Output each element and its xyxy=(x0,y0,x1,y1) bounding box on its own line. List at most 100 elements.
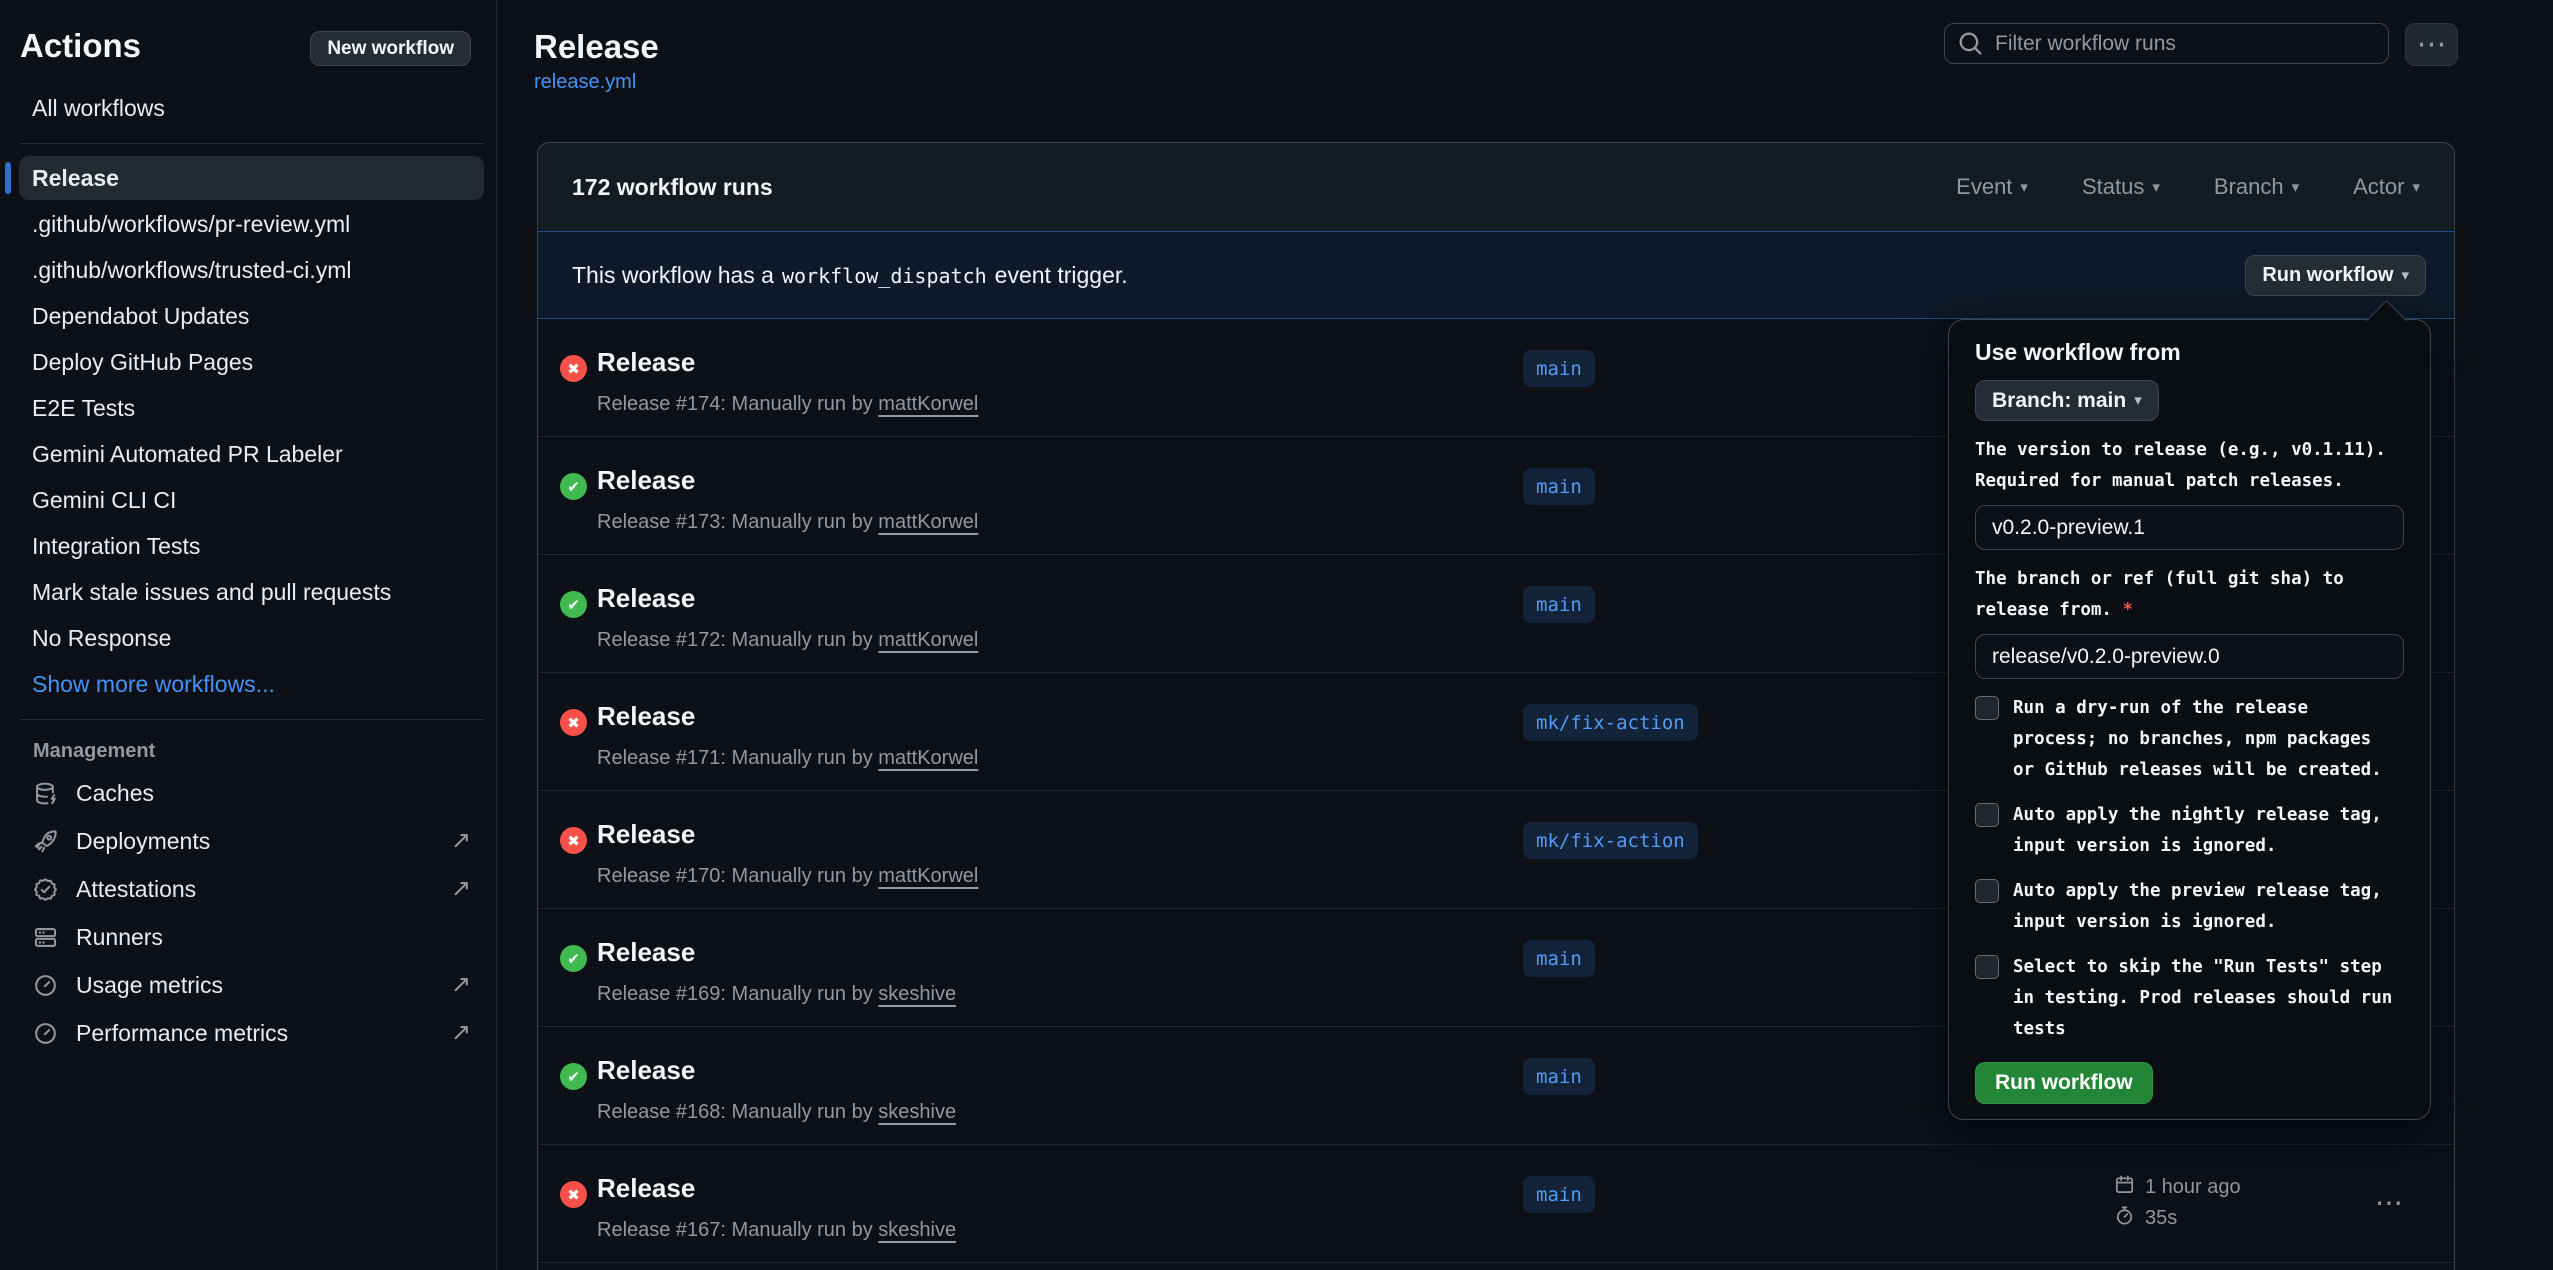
sidebar-item-show-more-workflows[interactable]: Show more workflows... xyxy=(19,662,484,706)
sidebar-item-gemini-cli-ci[interactable]: Gemini CLI CI xyxy=(19,478,484,522)
checkbox-label[interactable]: Run a dry-run of the release process; no… xyxy=(2013,693,2397,786)
new-workflow-button[interactable]: New workflow xyxy=(310,31,471,66)
sidebar-item-label: Deployments xyxy=(76,828,210,855)
external-link-icon: ↗ xyxy=(451,829,471,853)
sidebar-item-gemini-automated-pr-labeler[interactable]: Gemini Automated PR Labeler xyxy=(19,432,484,476)
sidebar-item-performance-metrics[interactable]: Performance metrics ↗ xyxy=(19,1009,484,1057)
panel-heading: Use workflow from xyxy=(1975,336,2404,368)
sidebar-item-no-response[interactable]: No Response xyxy=(19,616,484,660)
actor-link[interactable]: mattKorwel xyxy=(878,629,978,651)
banner-text-suffix: event trigger. xyxy=(995,262,1128,288)
success-check-icon: ✔ xyxy=(560,945,587,972)
failure-x-icon: ✖ xyxy=(560,827,587,854)
run-description: Release #170: Manually run by mattKorwel xyxy=(597,865,978,888)
run-title[interactable]: Release xyxy=(597,1055,695,1086)
filter-label: Status xyxy=(2082,174,2144,200)
success-check-icon: ✔ xyxy=(560,1063,587,1090)
calendar-icon xyxy=(2113,1173,2136,1202)
sidebar-item-integration-tests[interactable]: Integration Tests xyxy=(19,524,484,568)
sidebar-item-caches[interactable]: Caches xyxy=(19,769,484,817)
sidebar-item-mark-stale-issues-and-pull-requests[interactable]: Mark stale issues and pull requests xyxy=(19,570,484,614)
run-description-text: Release #174: Manually run by xyxy=(597,393,873,415)
checkbox-label[interactable]: Auto apply the nightly release tag, inpu… xyxy=(2013,800,2397,862)
run-workflow-dropdown-button[interactable]: Run workflow ▾ xyxy=(2245,255,2426,296)
branch-badge[interactable]: main xyxy=(1523,350,1595,387)
run-description-text: Release #171: Manually run by xyxy=(597,747,873,769)
branch-badge[interactable]: mk/fix-action xyxy=(1523,704,1698,741)
sidebar-item-deployments[interactable]: Deployments ↗ xyxy=(19,817,484,865)
run-workflow-submit-button[interactable]: Run workflow xyxy=(1975,1062,2153,1104)
run-duration-line: 35s xyxy=(2113,1203,2241,1234)
run-description: Release #171: Manually run by mattKorwel xyxy=(597,747,978,770)
branch-badge[interactable]: main xyxy=(1523,1058,1595,1095)
sidebar-item-e2e-tests[interactable]: E2E Tests xyxy=(19,386,484,430)
meter-icon xyxy=(32,1020,59,1047)
checkbox[interactable] xyxy=(1975,696,1999,720)
actor-link[interactable]: skeshive xyxy=(878,983,956,1005)
workflow-run-row[interactable]: ✖ Release Release #167: Manually run by … xyxy=(538,1145,2454,1263)
chevron-down-icon: ▾ xyxy=(2134,393,2142,408)
actor-link[interactable]: skeshive xyxy=(878,1101,956,1123)
failure-x-icon: ✖ xyxy=(560,355,587,382)
meter-icon xyxy=(32,972,59,999)
run-title[interactable]: Release xyxy=(597,937,695,968)
checkbox[interactable] xyxy=(1975,955,1999,979)
panel-checkbox-row: Run a dry-run of the release process; no… xyxy=(1975,693,2404,786)
panel-checkbox-row: Select to skip the "Run Tests" step in t… xyxy=(1975,952,2404,1045)
sidebar-item-deploy-github-pages[interactable]: Deploy GitHub Pages xyxy=(19,340,484,384)
filter-label: Actor xyxy=(2353,174,2404,200)
sidebar-item-release[interactable]: Release xyxy=(19,156,484,200)
filter-label: Event xyxy=(1956,174,2012,200)
actor-link[interactable]: mattKorwel xyxy=(878,747,978,769)
sidebar-item-attestations[interactable]: Attestations ↗ xyxy=(19,865,484,913)
management-section-label: Management xyxy=(33,740,496,763)
external-link-icon: ↗ xyxy=(451,877,471,901)
sidebar-item-dependabot-updates[interactable]: Dependabot Updates xyxy=(19,294,484,338)
run-duration: 35s xyxy=(2145,1207,2177,1230)
stopwatch-icon xyxy=(2113,1204,2136,1233)
workflow-file-link[interactable]: release.yml xyxy=(534,71,636,94)
sidebar-item-usage-metrics[interactable]: Usage metrics ↗ xyxy=(19,961,484,1009)
run-title[interactable]: Release xyxy=(597,819,695,850)
sidebar-item-github-workflows-trusted-ci-yml[interactable]: .github/workflows/trusted-ci.yml xyxy=(19,248,484,292)
run-description-text: Release #172: Manually run by xyxy=(597,629,873,651)
run-title[interactable]: Release xyxy=(597,583,695,614)
sidebar-item-all-workflows[interactable]: All workflows xyxy=(19,86,484,130)
branch-badge[interactable]: main xyxy=(1523,940,1595,977)
branch-badge[interactable]: main xyxy=(1523,1176,1595,1213)
runs-list-header: 172 workflow runs Event ▾ Status ▾ Branc… xyxy=(538,143,2454,231)
filter-event[interactable]: Event ▾ xyxy=(1956,174,2028,200)
ref-input[interactable] xyxy=(1975,634,2404,679)
more-options-button[interactable]: ⋯ xyxy=(2405,23,2458,66)
actor-link[interactable]: skeshive xyxy=(878,1219,956,1241)
filter-branch[interactable]: Branch ▾ xyxy=(2214,174,2299,200)
run-title[interactable]: Release xyxy=(597,1173,695,1204)
checkbox-label[interactable]: Auto apply the preview release tag, inpu… xyxy=(2013,876,2397,938)
branch-selector-button[interactable]: Branch: main ▾ xyxy=(1975,380,2159,421)
version-input[interactable] xyxy=(1975,505,2404,550)
actor-link[interactable]: mattKorwel xyxy=(878,393,978,415)
run-time: 1 hour ago xyxy=(2145,1176,2241,1199)
search-input[interactable] xyxy=(1993,23,2388,64)
run-title[interactable]: Release xyxy=(597,465,695,496)
actor-link[interactable]: mattKorwel xyxy=(878,865,978,887)
checkbox-label[interactable]: Select to skip the "Run Tests" step in t… xyxy=(2013,952,2397,1045)
filter-actor[interactable]: Actor ▾ xyxy=(2353,174,2420,200)
workflow-dispatch-banner: This workflow has aworkflow_dispatcheven… xyxy=(538,231,2454,319)
branch-badge[interactable]: main xyxy=(1523,468,1595,505)
run-title[interactable]: Release xyxy=(597,701,695,732)
ref-description-text: The branch or ref (full git sha) to rele… xyxy=(1975,569,2344,620)
actions-page: Actions New workflow All workflows Relea… xyxy=(0,0,2553,1270)
row-options-button[interactable]: ⋯ xyxy=(2366,1185,2412,1221)
checkbox[interactable] xyxy=(1975,879,1999,903)
run-description: Release #174: Manually run by mattKorwel xyxy=(597,393,978,416)
actor-link[interactable]: mattKorwel xyxy=(878,511,978,533)
checkbox[interactable] xyxy=(1975,803,1999,827)
filter-status[interactable]: Status ▾ xyxy=(2082,174,2160,200)
sidebar-item-runners[interactable]: Runners xyxy=(19,913,484,961)
chevron-down-icon: ▾ xyxy=(2292,180,2300,195)
sidebar-item-github-workflows-pr-review-yml[interactable]: .github/workflows/pr-review.yml xyxy=(19,202,484,246)
branch-badge[interactable]: main xyxy=(1523,586,1595,623)
run-title[interactable]: Release xyxy=(597,347,695,378)
branch-badge[interactable]: mk/fix-action xyxy=(1523,822,1698,859)
